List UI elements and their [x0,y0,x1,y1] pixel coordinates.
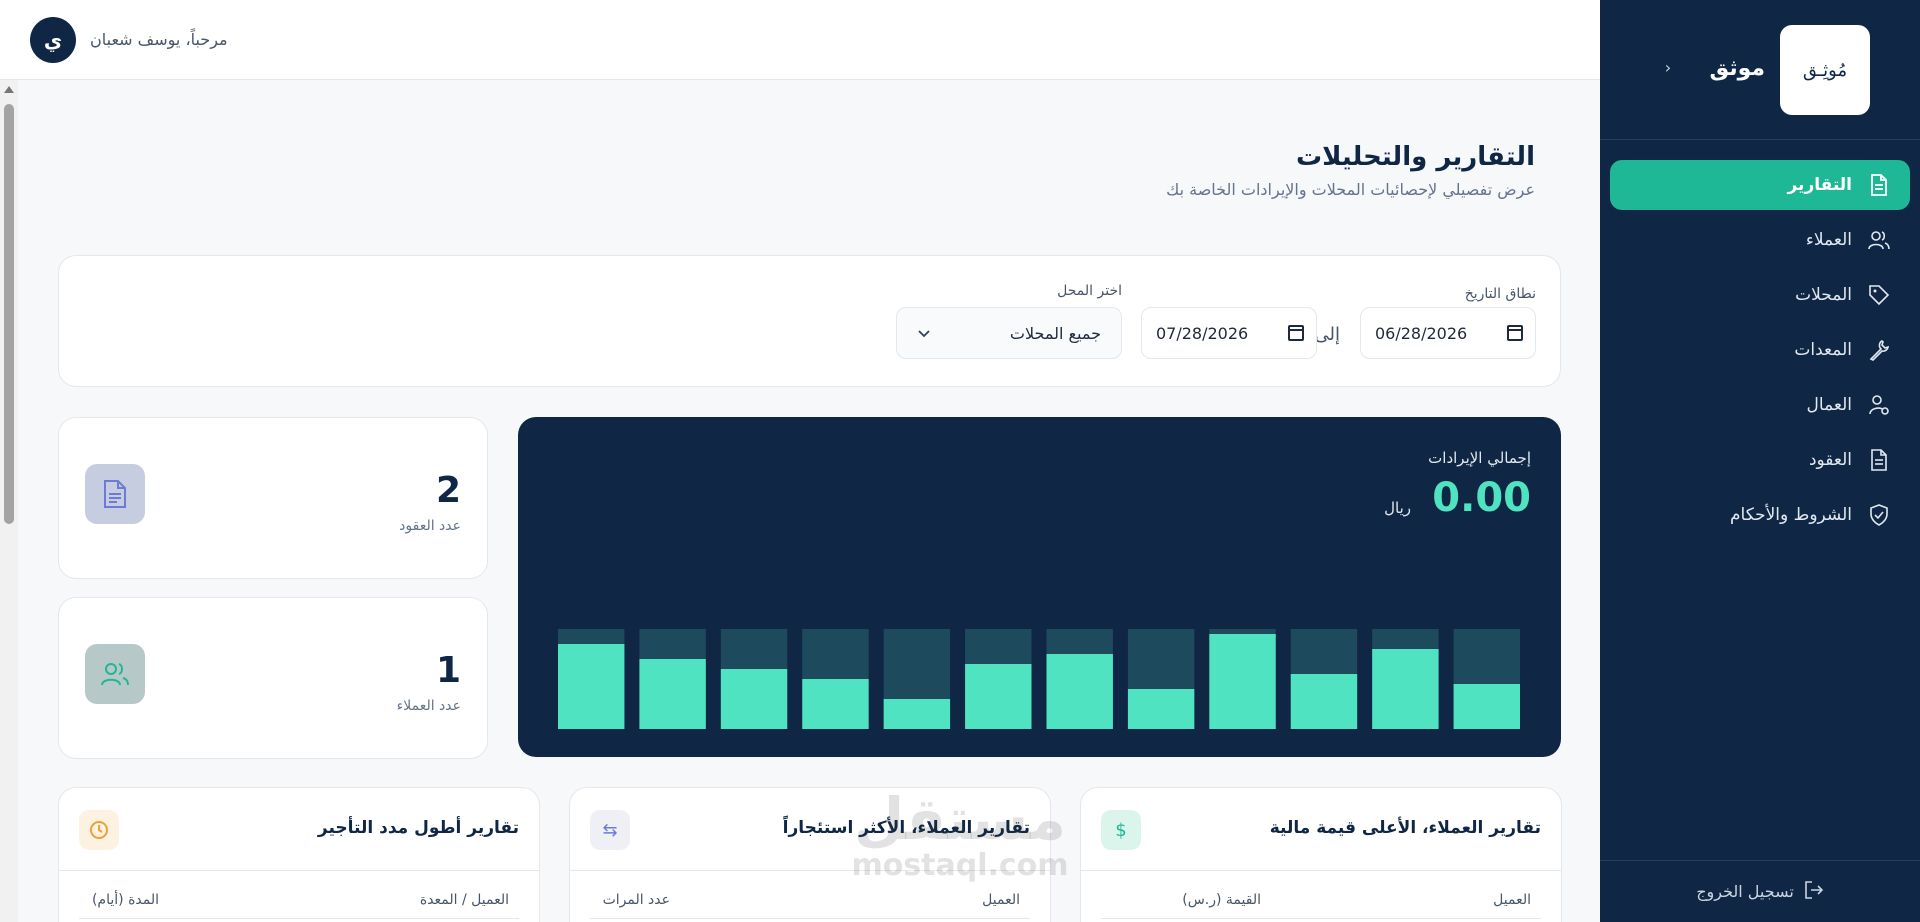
divider [1081,870,1561,871]
date-from-input[interactable]: 06/28/2026 [1360,307,1536,359]
sidebar-nav: التقارير العملاء المحلات المعدات العمال [1600,140,1920,540]
tag-icon [1866,282,1892,308]
sidebar-header: مُوثِـق موثق › [1600,0,1920,140]
chevron-right-icon[interactable]: › [1656,58,1680,77]
user-cog-icon [1866,392,1892,418]
page-subtitle: عرض تفصيلي لإحصائيات المحلات والإيرادات … [1166,180,1535,199]
column-header: العميل [1493,892,1531,908]
revenue-card: إجمالي الإيرادات 0.00 ريال [518,417,1561,757]
column-header: عدد المرات [602,892,670,908]
revenue-bar [639,659,706,729]
revenue-bar [1046,654,1113,729]
revenue-bar [965,664,1032,729]
document-icon [1866,447,1892,473]
contracts-stat-card: 2 عدد العقود [58,417,488,579]
watermark: مستقل mostaql.com [835,790,1085,883]
column-header: العميل / المعدة [419,892,509,908]
scroll-up-arrow-icon[interactable] [4,86,14,93]
sidebar-item-label: المحلات [1795,285,1852,305]
clock-icon [79,810,119,850]
brand-name: موثق [1709,56,1765,81]
to-label: إلى [1314,324,1341,345]
revenue-unit: ريال [1384,499,1411,517]
contracts-label: عدد العقود [399,518,461,534]
revenue-bar [1209,634,1276,729]
logout-icon [1804,880,1824,903]
logout-label: تسجيل الخروج [1696,882,1794,901]
column-header: المدة (أيام) [91,892,159,908]
report-title: تقارير أطول مدد التأجير [317,818,519,838]
file-icon [1866,172,1892,198]
logo-mark: مُوثِـق [1802,59,1848,81]
revenue-bar [1290,674,1358,729]
filter-card: نطاق التاريخ 06/28/2026 إلى 07/28/2026 ا… [58,255,1561,387]
report-title: تقارير العملاء، الأعلى قيمة مالية [1269,818,1541,838]
column-header: القيمة (ر.س) [1182,892,1261,908]
sidebar-item-contracts[interactable]: العقود [1610,435,1910,485]
sidebar-item-label: العملاء [1805,230,1852,250]
top-bar: ي مرحباً، يوسف شعبان [0,0,1600,80]
sidebar-item-shops[interactable]: المحلات [1610,270,1910,320]
revenue-bar [883,699,951,729]
revenue-bar [558,644,625,729]
revenue-bar-chart [558,629,1520,729]
sidebar-item-reports[interactable]: التقارير [1610,160,1910,210]
dollar-icon: $ [1101,810,1141,850]
sidebar-item-label: التقارير [1787,175,1852,195]
top-value-report-card: تقارير العملاء، الأعلى قيمة مالية $ العم… [1080,787,1562,922]
calendar-icon[interactable] [1288,325,1304,341]
wrench-icon [1866,337,1892,363]
revenue-bar [1127,689,1195,729]
sidebar-item-label: المعدات [1794,340,1852,360]
divider [1101,918,1541,919]
document-icon [85,464,145,524]
date-from-value: 06/28/2026 [1375,323,1468,343]
sidebar-item-label: العمال [1806,395,1852,415]
scroll-thumb[interactable] [4,104,14,524]
watermark-latin: mostaql.com [851,848,1069,883]
shop-select-label: اختر المحل [1057,283,1122,299]
date-to-value: 07/28/2026 [1156,323,1249,343]
sidebar-item-label: الشروط والأحكام [1729,505,1852,525]
revenue-bar [1372,649,1439,729]
watermark-arabic: مستقل [853,785,1067,853]
avatar[interactable]: ي [30,17,76,63]
shop-select-value: جميع المحلات [1009,323,1101,343]
revenue-value: 0.00 [1432,475,1531,521]
revenue-bar [720,669,788,729]
customers-label: عدد العملاء [396,698,461,714]
date-range-label: نطاق التاريخ [1464,286,1536,302]
sidebar-item-customers[interactable]: العملاء [1610,215,1910,265]
revenue-label: إجمالي الإيرادات [1428,449,1531,467]
divider [590,918,1030,919]
sidebar: مُوثِـق موثق › التقارير العملاء المحلات [1600,0,1920,922]
sidebar-item-workers[interactable]: العمال [1610,380,1910,430]
logout-button[interactable]: تسجيل الخروج [1600,860,1920,922]
greeting-text: مرحباً، يوسف شعبان [90,30,228,49]
customers-count: 1 [435,650,461,691]
scrollbar[interactable] [0,80,18,922]
page-title: التقارير والتحليلات [1295,142,1535,172]
revenue-bar [1453,684,1520,729]
shield-check-icon [1866,502,1892,528]
column-header: العميل [982,892,1020,908]
customers-stat-card: 1 عدد العملاء [58,597,488,759]
swap-arrows-icon: ⇆ [590,810,630,850]
longest-rentals-report-card: تقارير أطول مدد التأجير العميل / المعدة … [58,787,540,922]
logo[interactable]: مُوثِـق [1780,25,1870,115]
date-to-input[interactable]: 07/28/2026 [1141,307,1317,359]
calendar-icon[interactable] [1507,325,1523,341]
contracts-count: 2 [435,470,461,511]
sidebar-item-label: العقود [1808,450,1852,470]
sidebar-item-terms[interactable]: الشروط والأحكام [1610,490,1910,540]
divider [79,918,519,919]
chevron-down-icon [917,324,931,343]
shop-select[interactable]: جميع المحلات [896,307,1122,359]
divider [59,870,539,871]
revenue-bar [802,679,869,729]
users-icon [85,644,145,704]
sidebar-item-equipment[interactable]: المعدات [1610,325,1910,375]
users-icon [1866,227,1892,253]
